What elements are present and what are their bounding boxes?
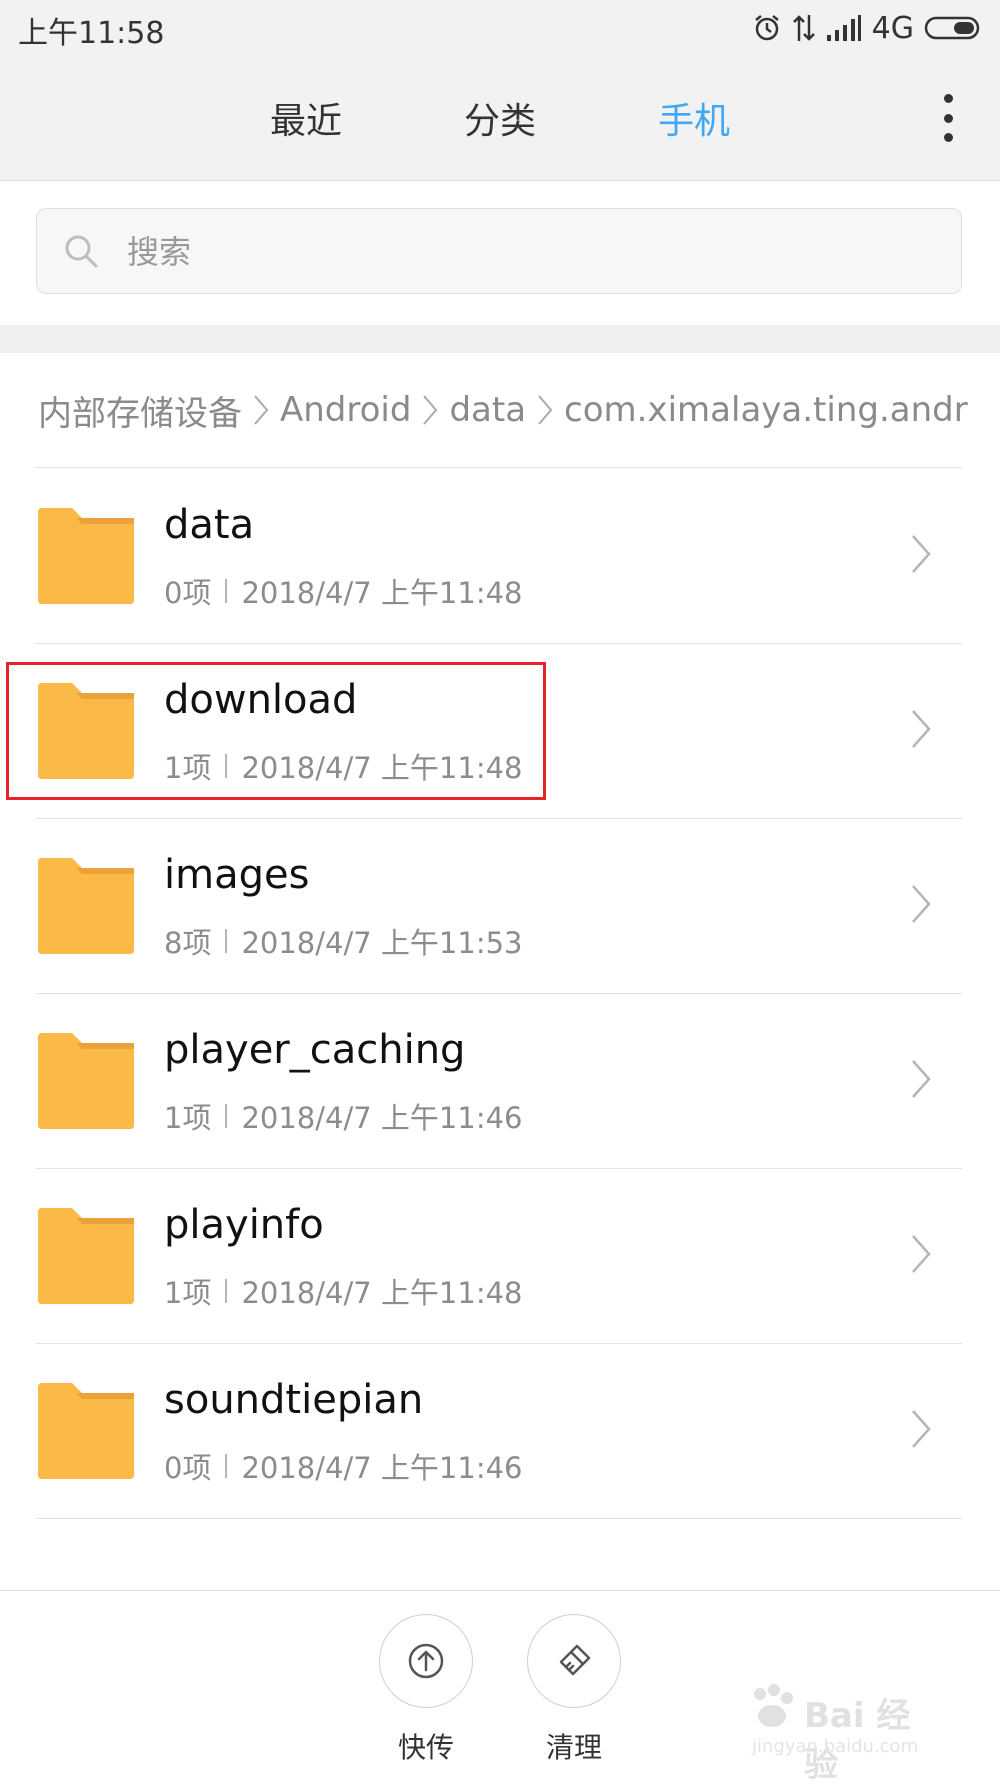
- modified-date: 2018/4/7 上午11:46: [241, 1101, 523, 1135]
- meta-separator: [225, 1454, 228, 1478]
- folder-name: download: [164, 677, 358, 723]
- modified-date: 2018/4/7 上午11:46: [241, 1451, 523, 1485]
- clean-button[interactable]: 清理: [524, 1614, 624, 1766]
- modified-date: 2018/4/7 上午11:48: [241, 1276, 523, 1310]
- folder-icon: [38, 508, 134, 604]
- folder-meta: 8项 2018/4/7 上午11:53: [164, 920, 523, 962]
- upload-icon: [408, 1643, 444, 1679]
- search-section: [0, 181, 1000, 325]
- chevron-right-icon: [912, 885, 931, 923]
- breadcrumb: 内部存储设备 Android data com.ximalaya.ting.an…: [38, 385, 978, 435]
- item-count: 1项: [164, 1101, 212, 1135]
- breadcrumb-item[interactable]: Android: [280, 390, 411, 430]
- folder-name: playinfo: [164, 1202, 324, 1248]
- modified-date: 2018/4/7 上午11:48: [241, 576, 523, 610]
- search-icon: [65, 235, 98, 268]
- folder-icon: [38, 683, 134, 779]
- quick-transfer-button[interactable]: 快传: [376, 1614, 476, 1766]
- status-icons: 4G: [752, 8, 984, 48]
- brush-icon: [559, 1644, 591, 1676]
- tab-category[interactable]: 分类: [430, 92, 570, 144]
- baidu-jingyan-watermark: Bai 经验 jingyan.baidu.com: [744, 1680, 944, 1785]
- alarm-icon: [754, 15, 779, 41]
- paw-logo-icon: [754, 1684, 793, 1727]
- folder-meta: 1项 2018/4/7 上午11:48: [164, 1270, 523, 1312]
- folder-name: soundtiepian: [164, 1377, 424, 1423]
- status-bar: 上午11:58 4G: [0, 0, 1000, 58]
- more-dot-icon: [943, 113, 953, 123]
- meta-separator: [225, 1104, 228, 1128]
- clean-label: 清理: [545, 1731, 602, 1764]
- tab-header: 最近 分类 手机: [0, 58, 1000, 181]
- divider: [36, 1518, 962, 1519]
- battery-icon: [924, 16, 980, 40]
- chevron-right-icon: [912, 1235, 931, 1273]
- item-count: 0项: [164, 1451, 212, 1485]
- breadcrumb-item-current: com.ximalaya.ting.andr: [564, 390, 968, 430]
- folder-icon: [38, 858, 134, 954]
- watermark-subtext: jingyan.baidu.com: [752, 1736, 919, 1757]
- quick-transfer-label: 快传: [397, 1731, 454, 1764]
- divider: [0, 1590, 1000, 1591]
- search-input[interactable]: [125, 209, 929, 295]
- chevron-right-icon: [912, 710, 931, 748]
- folder-icon: [38, 1383, 134, 1479]
- list-item[interactable]: images 8项 2018/4/7 上午11:53: [0, 818, 1000, 994]
- tab-recent[interactable]: 最近: [236, 92, 376, 144]
- breadcrumb-item[interactable]: 内部存储设备: [38, 386, 242, 435]
- status-time: 上午11:58: [18, 16, 165, 51]
- list-item[interactable]: playinfo 1项 2018/4/7 上午11:48: [0, 1168, 1000, 1344]
- network-type: 4G: [871, 10, 914, 46]
- item-count: 8项: [164, 926, 212, 960]
- folder-icon: [38, 1208, 134, 1304]
- modified-date: 2018/4/7 上午11:53: [241, 926, 523, 960]
- list-item[interactable]: download 1项 2018/4/7 上午11:48: [0, 643, 1000, 819]
- meta-separator: [225, 754, 228, 778]
- meta-separator: [225, 579, 228, 603]
- list-item[interactable]: soundtiepian 0项 2018/4/7 上午11:46: [0, 1343, 1000, 1519]
- item-count: 1项: [164, 1276, 212, 1310]
- folder-meta: 1项 2018/4/7 上午11:46: [164, 1095, 523, 1137]
- chevron-right-icon: [254, 395, 269, 425]
- more-dot-icon: [943, 94, 953, 103]
- breadcrumb-item[interactable]: data: [449, 390, 526, 430]
- action-circle[interactable]: [379, 1614, 473, 1708]
- more-dot-icon: [943, 133, 953, 142]
- search-box[interactable]: [36, 208, 962, 295]
- chevron-right-icon: [912, 535, 931, 573]
- chevron-right-icon: [912, 1060, 931, 1098]
- list-item[interactable]: player_caching 1项 2018/4/7 上午11:46: [0, 993, 1000, 1169]
- list-item[interactable]: data 0项 2018/4/7 上午11:48: [0, 468, 1000, 644]
- item-count: 1项: [164, 751, 212, 785]
- more-menu-button[interactable]: [936, 94, 960, 142]
- action-circle[interactable]: [527, 1614, 621, 1708]
- signal-icon: [826, 15, 861, 41]
- folder-meta: 0项 2018/4/7 上午11:48: [164, 570, 523, 612]
- chevron-right-icon: [538, 395, 553, 425]
- tab-phone[interactable]: 手机: [624, 92, 764, 144]
- folder-list: data 0项 2018/4/7 上午11:48 download 1项 201…: [0, 468, 1000, 1519]
- modified-date: 2018/4/7 上午11:48: [241, 751, 523, 785]
- meta-separator: [225, 1279, 228, 1303]
- section-divider: [0, 325, 1000, 353]
- folder-name: images: [164, 852, 310, 898]
- folder-name: player_caching: [164, 1027, 466, 1073]
- item-count: 0项: [164, 576, 212, 610]
- folder-meta: 1项 2018/4/7 上午11:48: [164, 745, 523, 787]
- data-transfer-icon: [792, 15, 815, 41]
- folder-name: data: [164, 502, 255, 548]
- folder-meta: 0项 2018/4/7 上午11:46: [164, 1445, 523, 1487]
- chevron-right-icon: [912, 1410, 931, 1448]
- meta-separator: [225, 929, 228, 953]
- chevron-right-icon: [423, 395, 438, 425]
- folder-icon: [38, 1033, 134, 1129]
